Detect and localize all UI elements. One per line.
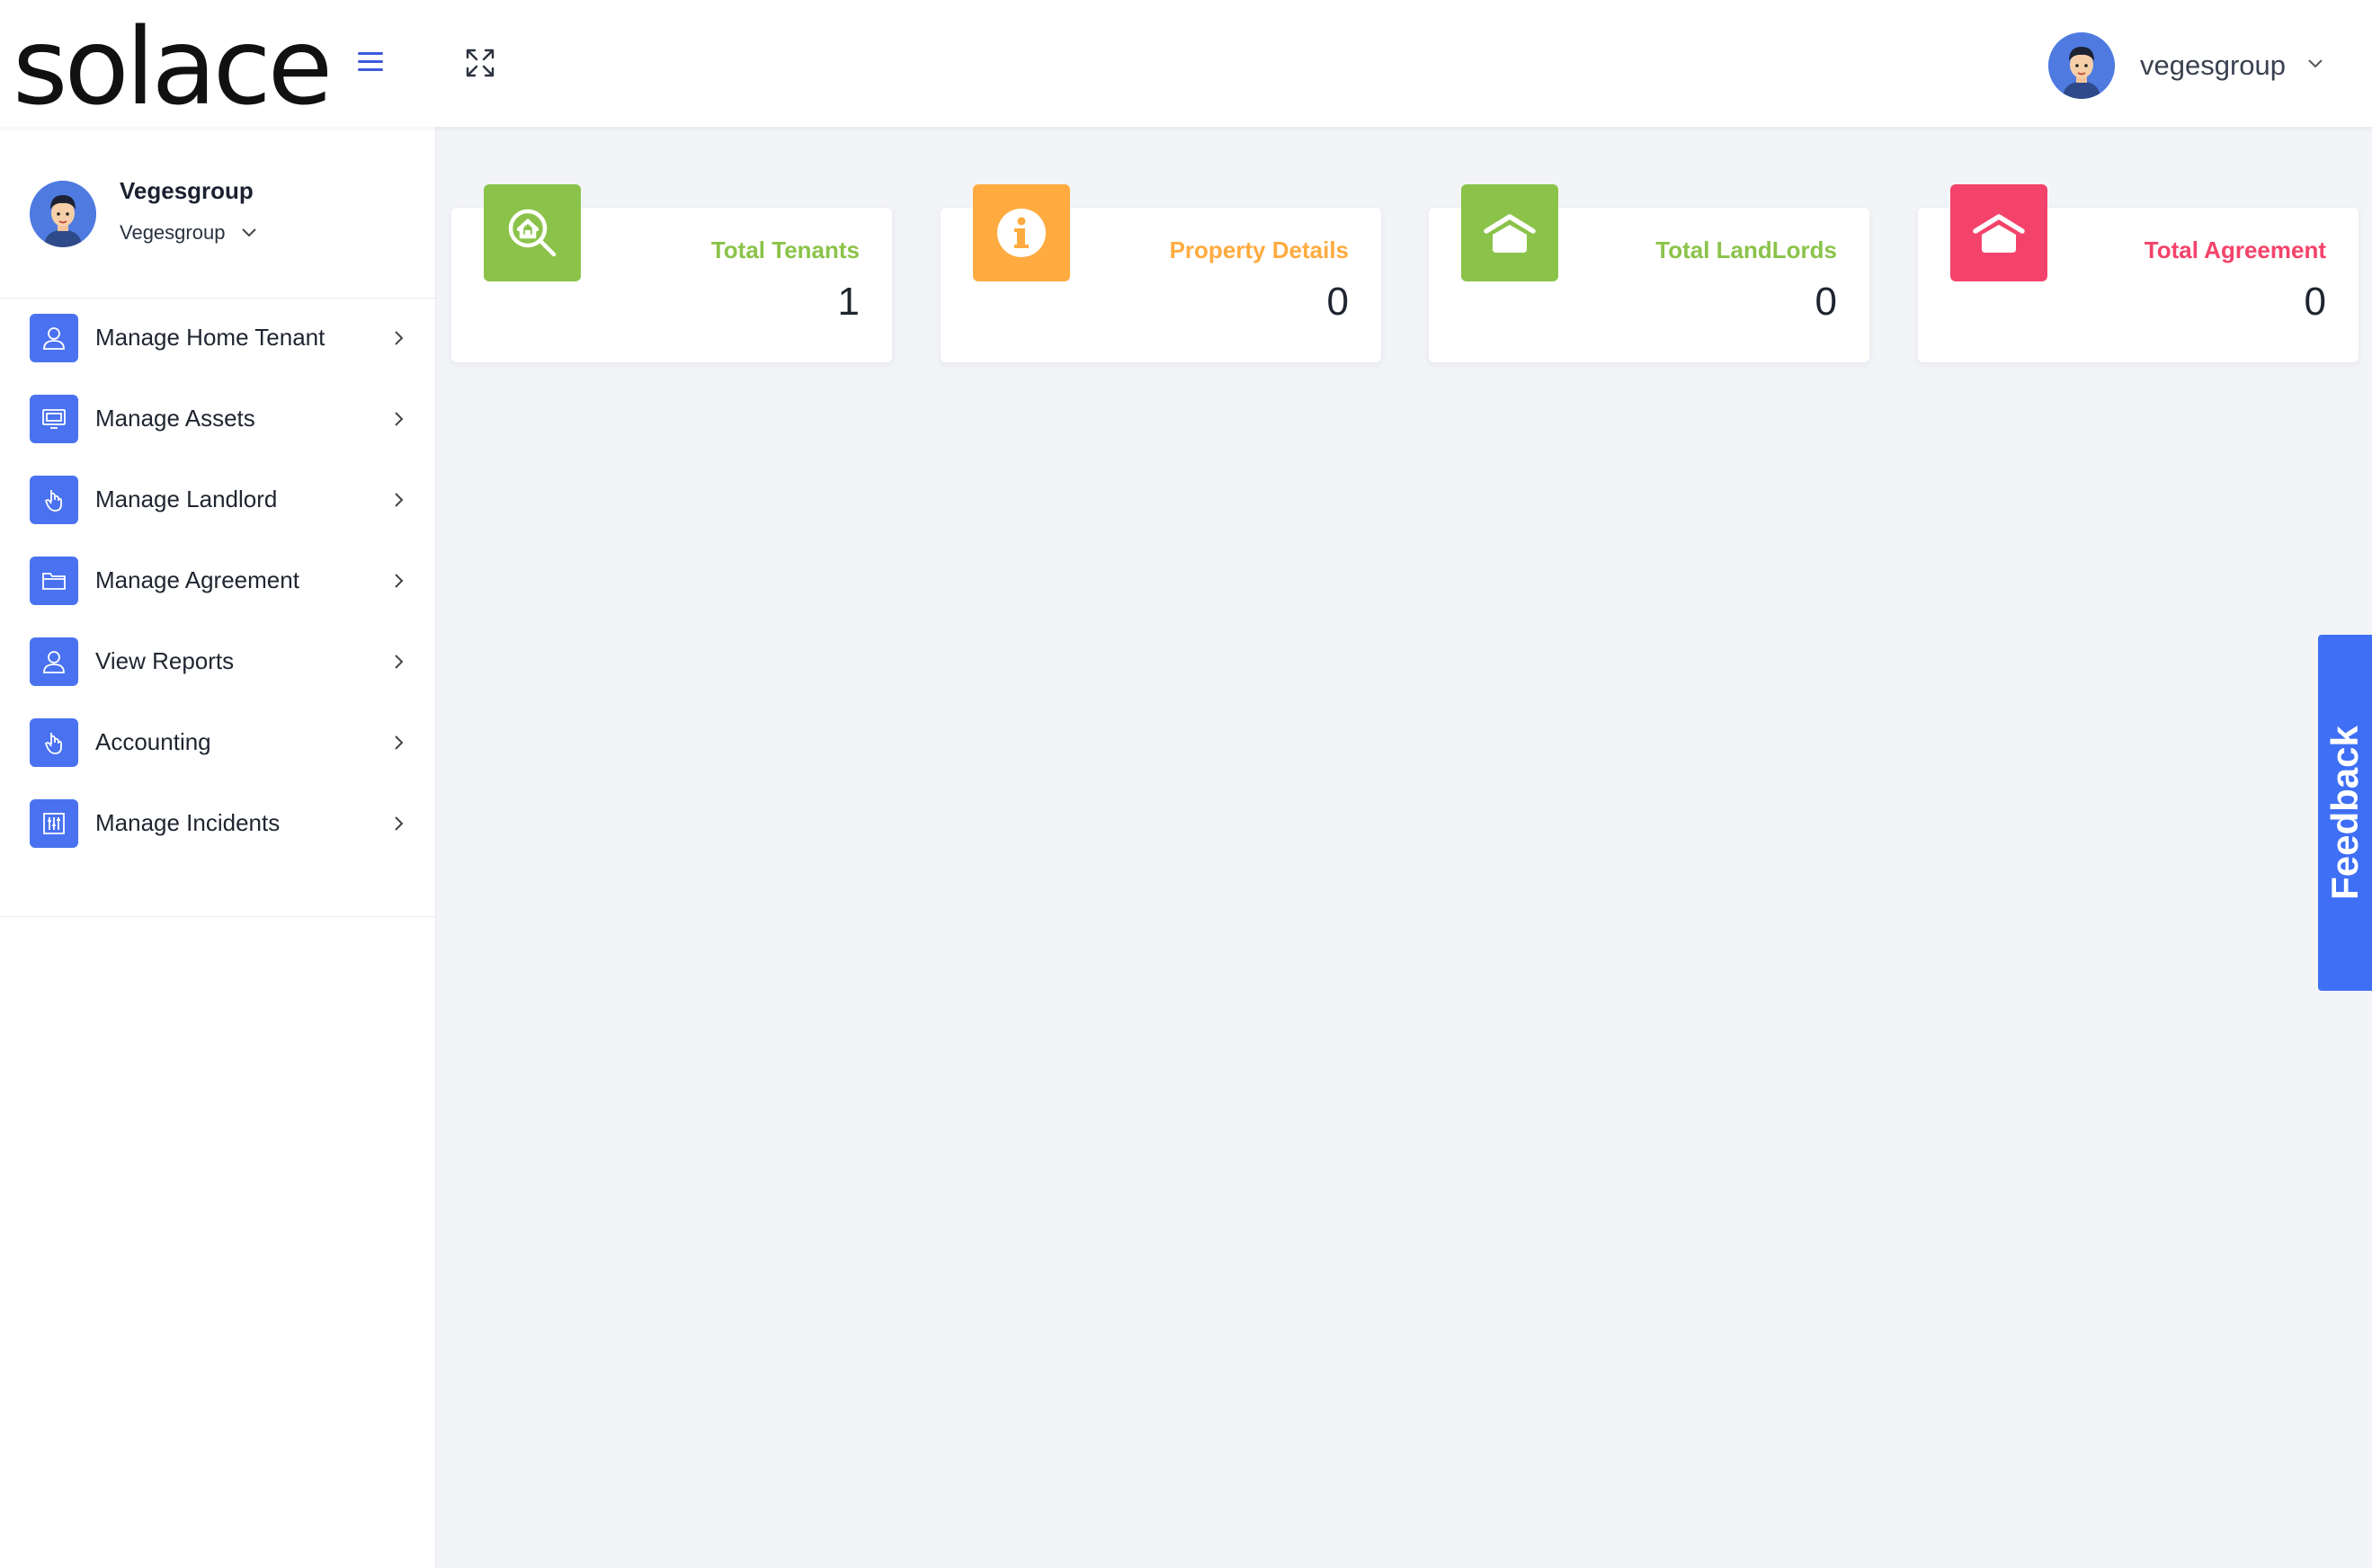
sidebar-item-manage-landlord[interactable]: Manage Landlord bbox=[0, 459, 435, 540]
sidebar-item-label: Manage Assets bbox=[95, 405, 255, 432]
stat-card-total-tenants[interactable]: Total Tenants 1 bbox=[451, 184, 892, 362]
monitor-icon bbox=[30, 395, 78, 443]
stat-card-value: 0 bbox=[1815, 280, 1837, 324]
sidebar-item-view-reports[interactable]: View Reports bbox=[0, 621, 435, 702]
avatar[interactable] bbox=[30, 181, 96, 247]
user-icon bbox=[30, 637, 78, 686]
stat-card-total-agreement[interactable]: Total Agreement 0 bbox=[1918, 184, 2359, 362]
stat-card-title: Total LandLords bbox=[1655, 236, 1837, 263]
stat-card-title: Total Tenants bbox=[710, 236, 860, 263]
user-icon bbox=[30, 314, 78, 362]
home-search-icon bbox=[484, 184, 581, 281]
profile-name: Vegesgroup bbox=[120, 177, 254, 204]
user-menu[interactable]: vegesgroup bbox=[2048, 32, 2323, 99]
stat-card-property-details[interactable]: Property Details 0 bbox=[941, 184, 1381, 362]
chevron-right-icon bbox=[395, 412, 404, 426]
sidebar-menu: Manage Home Tenant Manage Assets Manage … bbox=[0, 298, 435, 917]
sidebar-item-manage-assets[interactable]: Manage Assets bbox=[0, 379, 435, 459]
sidebar-item-manage-agreement[interactable]: Manage Agreement bbox=[0, 540, 435, 621]
stat-card-title: Total Agreement bbox=[2144, 236, 2326, 263]
chevron-right-icon bbox=[395, 493, 404, 507]
sidebar-item-manage-home-tenant[interactable]: Manage Home Tenant bbox=[0, 298, 435, 379]
sidebar-item-manage-incidents[interactable]: Manage Incidents bbox=[0, 783, 435, 864]
feedback-label: Feedback bbox=[2323, 726, 2366, 900]
app-logo[interactable]: solace bbox=[13, 4, 333, 129]
chevron-right-icon bbox=[395, 574, 404, 588]
house-icon bbox=[1950, 184, 2047, 281]
avatar bbox=[2048, 32, 2115, 99]
folder-icon bbox=[30, 557, 78, 605]
chevron-right-icon bbox=[395, 331, 404, 345]
hand-pointer-icon bbox=[30, 718, 78, 767]
chevron-right-icon bbox=[395, 735, 404, 750]
top-bar: solace vegesgroup bbox=[0, 0, 2372, 129]
sidebar-item-label: Manage Home Tenant bbox=[95, 324, 325, 351]
hand-pointer-icon bbox=[30, 476, 78, 524]
stat-card-total-landlords[interactable]: Total LandLords 0 bbox=[1429, 184, 1869, 362]
stat-card-value: 0 bbox=[1326, 280, 1349, 324]
house-icon bbox=[1461, 184, 1558, 281]
info-icon bbox=[973, 184, 1070, 281]
sidebar-item-label: Manage Agreement bbox=[95, 566, 299, 593]
feedback-button[interactable]: Feedback bbox=[2318, 635, 2372, 991]
chevron-right-icon bbox=[395, 655, 404, 669]
chevron-down-icon bbox=[2307, 58, 2323, 74]
sidebar-item-label: Manage Landlord bbox=[95, 486, 278, 512]
stat-card-title: Property Details bbox=[1169, 236, 1349, 263]
sidebar-item-label: Manage Incidents bbox=[95, 809, 281, 836]
username-label: vegesgroup bbox=[2140, 49, 2287, 81]
sliders-icon bbox=[30, 799, 78, 848]
profile-role: Vegesgroup bbox=[120, 221, 226, 244]
sidebar-profile: Vegesgroup Vegesgroup bbox=[0, 127, 435, 298]
menu-toggle-icon[interactable] bbox=[358, 52, 383, 74]
sidebar-item-label: Accounting bbox=[95, 728, 211, 755]
sidebar-item-label: View Reports bbox=[95, 647, 235, 674]
chevron-right-icon bbox=[395, 816, 404, 831]
fullscreen-icon[interactable] bbox=[464, 47, 496, 79]
sidebar-item-accounting[interactable]: Accounting bbox=[0, 702, 435, 783]
sidebar: Vegesgroup Vegesgroup Manage Home Tenant… bbox=[0, 127, 436, 1568]
profile-role-dropdown[interactable]: Vegesgroup bbox=[120, 221, 257, 245]
stat-card-value: 0 bbox=[2304, 280, 2326, 324]
stat-card-value: 1 bbox=[837, 280, 860, 324]
chevron-down-icon bbox=[242, 228, 257, 237]
